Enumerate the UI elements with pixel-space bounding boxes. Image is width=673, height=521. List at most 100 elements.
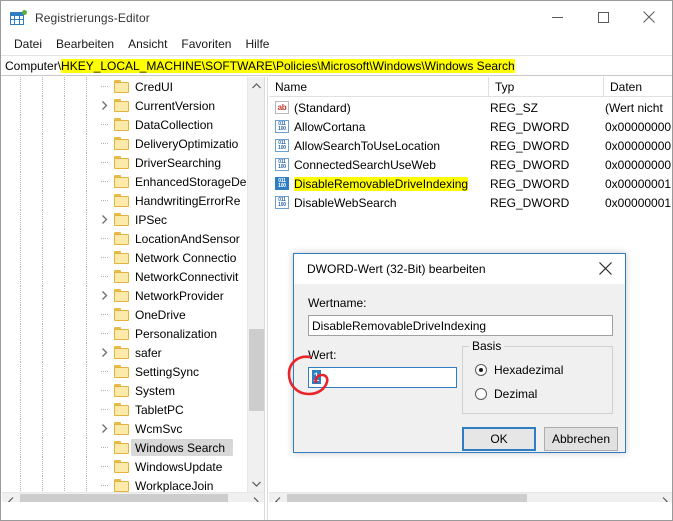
value-row[interactable]: 011 100 DisableWebSearch REG_DWORD 0x0000000… (269, 193, 672, 212)
tree-item[interactable]: OneDrive (2, 305, 247, 324)
dialog-close-icon[interactable] (585, 254, 625, 283)
maximize-button[interactable] (580, 1, 626, 33)
list-scroll-right-icon[interactable] (656, 493, 672, 502)
chevron-right-icon[interactable] (99, 100, 110, 111)
minimize-button[interactable] (534, 1, 580, 33)
tree-item-label: WcmSvc (135, 421, 183, 436)
ok-button[interactable]: OK (462, 427, 536, 451)
folder-icon (114, 175, 129, 188)
column-header-daten[interactable]: Daten (603, 77, 672, 97)
tree-guide-stub (101, 371, 109, 372)
tree-item-label: EnhancedStorageDe (135, 174, 247, 189)
tree-item[interactable]: WindowsUpdate (2, 457, 247, 476)
radio-hexadezimal[interactable]: Hexadezimal (475, 363, 563, 377)
value-type-cell: REG_DWORD (490, 138, 570, 153)
tree-guide-lines (2, 172, 100, 191)
tree-item[interactable]: SettingSync (2, 362, 247, 381)
tree-item-label: System (135, 383, 176, 398)
value-type-cell: REG_DWORD (490, 119, 570, 134)
tree-item[interactable]: NetworkConnectivit (2, 267, 247, 286)
tree-guide-lines (2, 191, 100, 210)
list-horizontal-scrollbar[interactable] (269, 492, 672, 502)
values-list: ab (Standard) REG_SZ (Wert nicht 011 100 Allow… (269, 98, 672, 212)
value-data-cell: (Wert nicht (605, 100, 663, 115)
chevron-right-icon[interactable] (99, 347, 110, 358)
tree-item-label: CredUI (135, 79, 174, 94)
tree-scroll-up-icon[interactable] (248, 77, 264, 94)
tree-item-label: NetworkProvider (135, 288, 224, 303)
tree-item-label: IPSec (135, 212, 168, 227)
tree-item[interactable]: DataCollection (2, 115, 247, 134)
tree-scroll-left-icon[interactable] (2, 493, 19, 502)
tree-item[interactable]: safer (2, 343, 247, 362)
list-horizontal-scroll-thumb[interactable] (287, 494, 527, 502)
tree-guide-lines (2, 343, 100, 362)
value-row[interactable]: 011 100 DisableRemovableDriveIndexing REG_D… (269, 174, 672, 193)
dialog-body: Wertname: DisableRemovableDriveIndexing … (294, 284, 625, 452)
tree-item[interactable]: WcmSvc (2, 419, 247, 438)
value-input[interactable]: 1 (308, 367, 457, 388)
folder-icon (114, 118, 129, 131)
tree-item[interactable]: CurrentVersion (2, 96, 247, 115)
tree-item[interactable]: Windows Search (2, 438, 247, 457)
tree-item[interactable]: Network Connectio (2, 248, 247, 267)
column-header-typ[interactable]: Typ (488, 77, 603, 97)
radio-dezimal[interactable]: Dezimal (475, 387, 537, 401)
tree-item[interactable]: DriverSearching (2, 153, 247, 172)
tree-item[interactable]: HandwritingErrorRe (2, 191, 247, 210)
menu-item-datei[interactable]: Datei (7, 35, 49, 54)
tree-guide-stub (101, 162, 109, 163)
dialog-title: DWORD-Wert (32-Bit) bearbeiten (307, 262, 486, 276)
chevron-right-icon[interactable] (99, 290, 110, 301)
tree-item[interactable]: Personalization (2, 324, 247, 343)
tree-guide-lines (2, 267, 100, 286)
value-name-input[interactable]: DisableRemovableDriveIndexing (308, 315, 613, 336)
tree-scroll-down-icon[interactable] (248, 475, 264, 492)
tree-item[interactable]: NetworkProvider (2, 286, 247, 305)
menu-item-ansicht[interactable]: Ansicht (121, 35, 174, 54)
tree-vertical-scrollbar[interactable] (247, 77, 264, 492)
tree-horizontal-scroll-thumb[interactable] (20, 494, 228, 502)
value-row[interactable]: 011 100 AllowSearchToUseLocation REG_DWORD 0… (269, 136, 672, 155)
value-name-cell: ConnectedSearchUseWeb (294, 157, 436, 172)
values-column-header: Name Typ Daten (269, 77, 672, 97)
tree-scroll-right-icon[interactable] (247, 493, 264, 502)
menu-item-bearbeiten[interactable]: Bearbeiten (49, 35, 121, 54)
value-name-cell: (Standard) (294, 100, 351, 115)
tree-item-label: SettingSync (135, 364, 200, 379)
value-data-cell: 0x00000000 (605, 157, 672, 172)
value-row[interactable]: ab (Standard) REG_SZ (Wert nicht (269, 98, 672, 117)
tree-guide-lines (2, 438, 100, 457)
tree-horizontal-scrollbar[interactable] (2, 492, 264, 502)
value-row[interactable]: 011 100 ConnectedSearchUseWeb REG_DWORD 0x00… (269, 155, 672, 174)
tree-item[interactable]: System (2, 381, 247, 400)
pane-splitter[interactable] (264, 77, 268, 520)
tree-item[interactable]: WorkplaceJoin (2, 476, 247, 492)
tree-item-label: DataCollection (135, 117, 214, 132)
value-row[interactable]: 011 100 AllowCortana REG_DWORD 0x00000000 (269, 117, 672, 136)
chevron-right-icon[interactable] (99, 423, 110, 434)
tree-item-label: Personalization (135, 326, 218, 341)
address-bar[interactable]: Computer\ HKEY_LOCAL_MACHINE\SOFTWARE\Pol… (1, 55, 672, 76)
tree-item[interactable]: LocationAndSensor (2, 229, 247, 248)
list-scroll-left-icon[interactable] (269, 493, 286, 502)
tree-item-label: WorkplaceJoin (135, 478, 214, 493)
value-data-cell: 0x00000001 (605, 195, 672, 210)
tree-item[interactable]: CredUI (2, 77, 247, 96)
address-prefix: Computer\ (5, 58, 62, 73)
close-button[interactable] (626, 1, 672, 33)
tree-item[interactable]: TabletPC (2, 400, 247, 419)
tree-vertical-scroll-thumb[interactable] (249, 329, 264, 411)
cancel-button[interactable]: Abbrechen (544, 427, 618, 451)
tree-item[interactable]: IPSec (2, 210, 247, 229)
tree-guide-lines (2, 96, 100, 115)
column-header-name[interactable]: Name (269, 77, 488, 97)
tree-guide-stub (101, 447, 109, 448)
tree-guide-lines (2, 324, 100, 343)
tree-item[interactable]: EnhancedStorageDe (2, 172, 247, 191)
menu-item-favoriten[interactable]: Favoriten (174, 35, 238, 54)
menu-item-hilfe[interactable]: Hilfe (238, 35, 276, 54)
folder-icon (114, 460, 129, 473)
chevron-right-icon[interactable] (99, 214, 110, 225)
tree-item[interactable]: DeliveryOptimizatio (2, 134, 247, 153)
